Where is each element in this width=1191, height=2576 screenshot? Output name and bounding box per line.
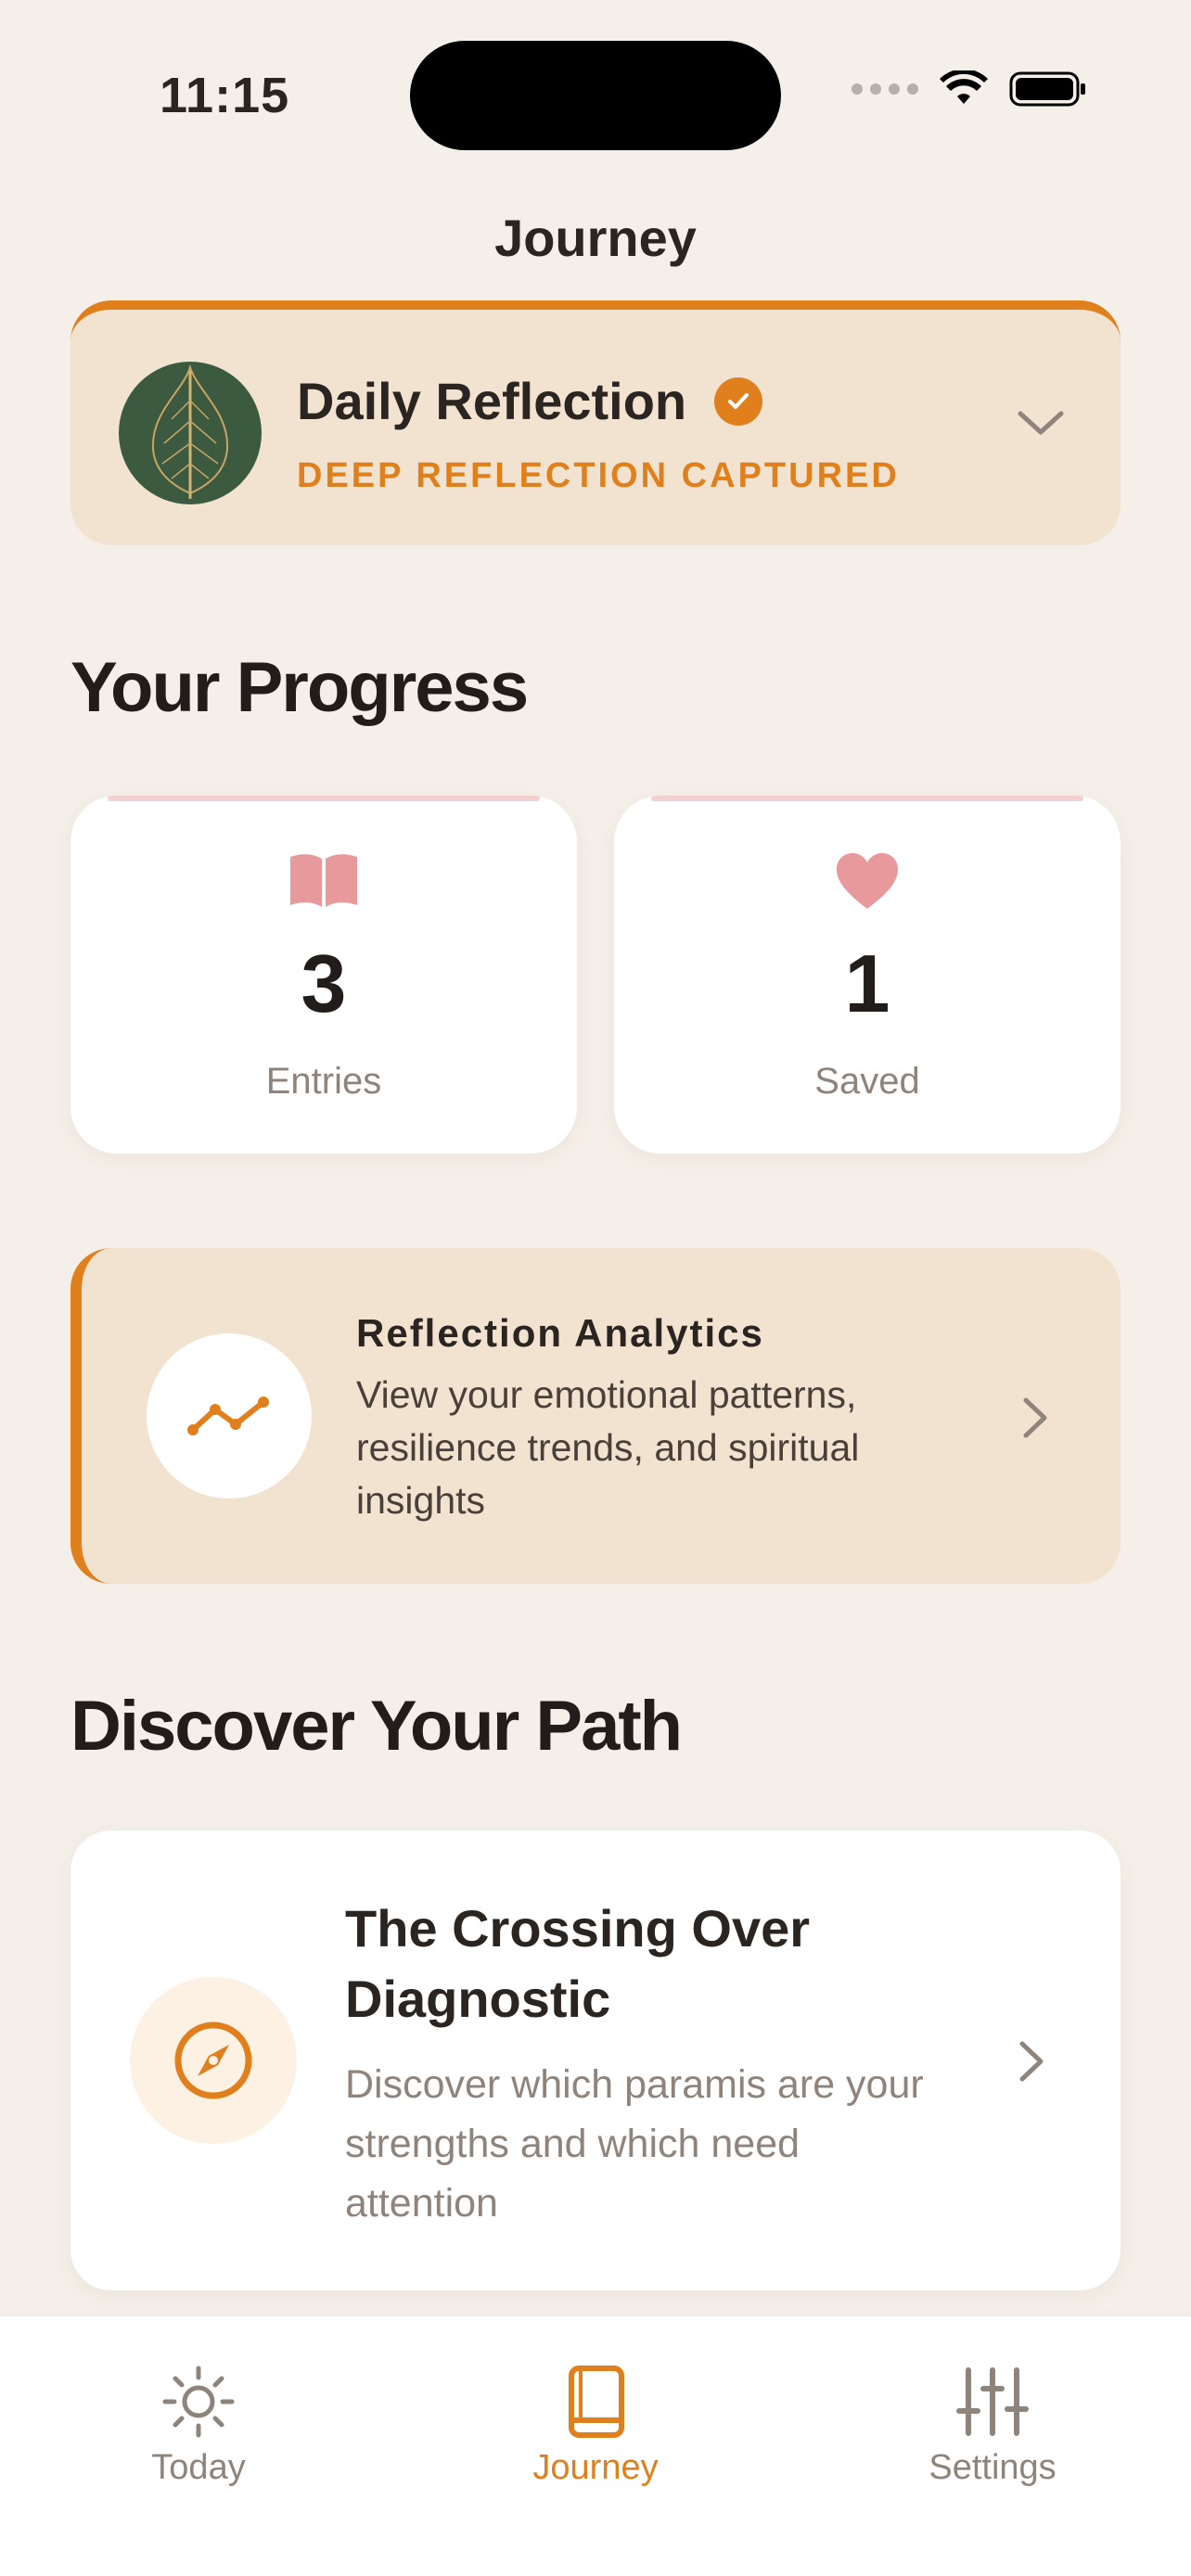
bodhi-leaf-icon	[119, 362, 262, 504]
tab-label: Today	[151, 2448, 246, 2487]
journey-screen: 11:15 Journey Daily Reflection DEEP REFL…	[0, 0, 1191, 2576]
daily-reflection-title: Daily Reflection	[297, 372, 687, 430]
stat-card-saved[interactable]: 1 Saved	[614, 796, 1121, 1154]
discover-section-title: Discover Your Path	[70, 1687, 683, 1766]
battery-icon	[1009, 71, 1085, 107]
status-icons	[852, 70, 1087, 108]
tab-label: Journey	[532, 2448, 659, 2487]
chevron-right-icon	[1023, 1397, 1047, 1438]
analytics-title: Reflection Analytics	[356, 1311, 764, 1355]
diagnostic-description: Discover which paramis are your strength…	[345, 2062, 924, 2225]
tab-label: Settings	[928, 2448, 1057, 2487]
book-icon	[569, 2366, 624, 2438]
book-icon	[290, 854, 357, 907]
nav-title: Journey	[494, 209, 697, 267]
daily-reflection-status: DEEP REFLECTION CAPTURED	[297, 456, 900, 495]
dynamic-island	[410, 41, 781, 150]
stat-card-entries[interactable]: 3 Entries	[70, 796, 577, 1154]
chevron-down-icon[interactable]	[1015, 406, 1067, 440]
progress-section-title: Your Progress	[70, 648, 529, 727]
tab-today[interactable]: Today	[59, 2363, 338, 2488]
crossing-over-diagnostic-card[interactable]: The Crossing Over Diagnostic Discover wh…	[70, 1830, 1121, 2290]
heart-icon	[837, 853, 898, 909]
sliders-icon	[956, 2367, 1029, 2436]
wifi-icon	[940, 70, 988, 104]
diagnostic-title: The Crossing Over Diagnostic	[345, 1899, 811, 2028]
checkmark-icon	[714, 376, 763, 426]
analytics-description: View your emotional patterns, resilience…	[356, 1373, 860, 1522]
stat-label: Saved	[814, 1061, 920, 1102]
chevron-right-icon	[1019, 2041, 1044, 2082]
signal-icon	[852, 83, 918, 95]
stat-value: 1	[844, 937, 890, 1029]
stat-value: 3	[301, 937, 347, 1029]
tab-bar: Today Journey Settings	[0, 2316, 1191, 2576]
sun-icon	[162, 2366, 235, 2438]
daily-reflection-card[interactable]: Daily Reflection DEEP REFLECTION CAPTURE…	[70, 300, 1121, 545]
reflection-analytics-card[interactable]: Reflection Analytics View your emotional…	[70, 1248, 1121, 1584]
trend-line-icon	[147, 1333, 312, 1498]
tab-settings[interactable]: Settings	[853, 2363, 1132, 2488]
status-time: 11:15	[160, 68, 290, 123]
tab-journey[interactable]: Journey	[456, 2363, 735, 2488]
stat-label: Entries	[265, 1061, 382, 1102]
compass-icon	[130, 1977, 297, 2144]
